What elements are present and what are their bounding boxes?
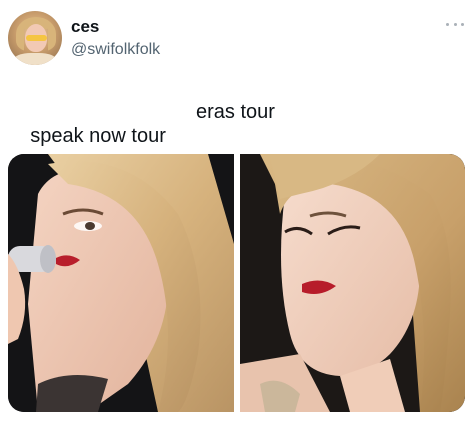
dot [453, 22, 457, 26]
avatar[interactable] [8, 11, 62, 65]
avatar-shirt [14, 53, 56, 65]
tweet-text-right: eras tour [196, 101, 275, 123]
avatar-sunglasses [26, 35, 47, 41]
photo-speak-now-tour-art [8, 154, 234, 412]
photo-eras-tour[interactable] [240, 154, 465, 412]
dot [461, 22, 464, 26]
tweet-card: ces @swifolkfolk speak now tour eras tou… [0, 0, 473, 433]
display-name[interactable]: ces [71, 17, 99, 37]
dot [446, 22, 449, 26]
more-options-icon[interactable] [446, 19, 464, 29]
photo-eras-tour-art [240, 154, 465, 412]
media-grid [8, 154, 465, 412]
user-handle[interactable]: @swifolkfolk [71, 40, 160, 60]
photo-speak-now-tour[interactable] [8, 154, 234, 412]
tweet-text-left: speak now tour [30, 125, 166, 147]
